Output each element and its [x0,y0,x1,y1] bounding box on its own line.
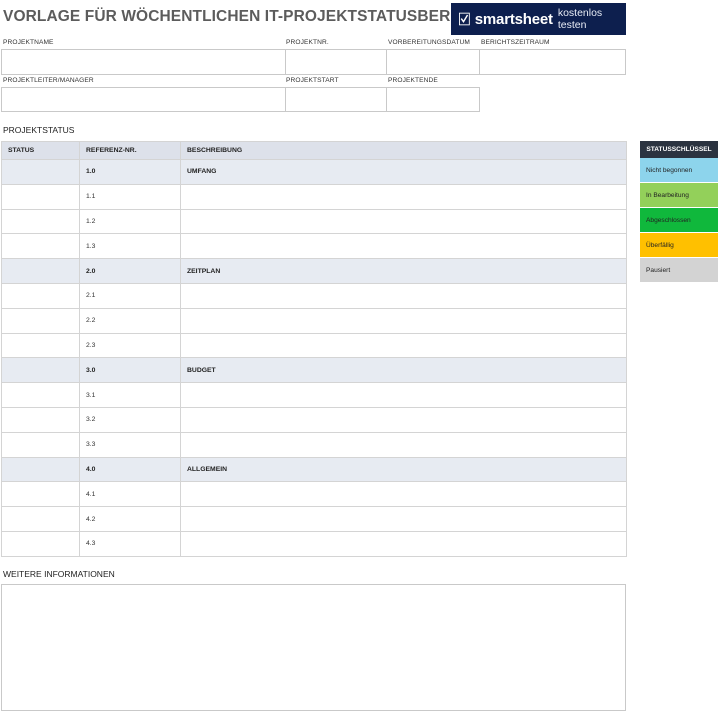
status-key: STATUSSCHLÜSSEL Nicht begonnen In Bearbei… [640,141,718,283]
description-cell[interactable]: BUDGET [180,357,627,384]
description-cell[interactable] [180,307,627,334]
table-row: 4.1 [1,481,627,508]
table-row: 3.3 [1,431,627,458]
description-cell[interactable] [180,382,627,408]
status-key-item: Nicht begonnen [640,158,718,183]
table-section-row: 3.0 BUDGET [1,357,627,384]
reference-cell[interactable]: 1.2 [79,208,181,235]
label-project-name: PROJEKTNAME [3,39,54,46]
table-section-row: 1.0 UMFANG [1,159,627,185]
status-cell[interactable] [1,431,80,458]
table-row: 2.3 [1,332,627,359]
project-start-field[interactable] [285,87,387,112]
status-cell[interactable] [1,233,80,260]
reference-cell[interactable]: 1.3 [79,233,181,260]
description-cell[interactable] [180,506,627,532]
table-row: 2.2 [1,307,627,334]
description-cell[interactable] [180,332,627,359]
reference-cell[interactable]: 3.1 [79,382,181,408]
table-row: 3.1 [1,382,627,408]
status-cell[interactable] [1,208,80,235]
status-cell[interactable] [1,307,80,334]
reference-cell[interactable]: 3.3 [79,431,181,458]
reference-cell[interactable]: 4.0 [79,456,181,483]
reference-cell[interactable]: 4.3 [79,530,181,557]
status-cell[interactable] [1,357,80,384]
description-cell[interactable] [180,208,627,235]
table-row: 3.2 [1,406,627,433]
description-cell[interactable] [180,530,627,557]
project-end-field[interactable] [386,87,480,112]
project-manager-field[interactable] [1,87,286,112]
reference-cell[interactable]: 3.0 [79,357,181,384]
label-project-manager: PROJEKTLEITER/MANAGER [3,77,94,84]
description-cell[interactable] [180,233,627,260]
reference-cell[interactable]: 2.3 [79,332,181,359]
status-cell[interactable] [1,506,80,532]
status-cell[interactable] [1,282,80,309]
table-header-row: STATUS REFERENZ-NR. BESCHREIBUNG [1,141,627,160]
description-cell[interactable]: ALLGEMEIN [180,456,627,483]
table-row: 2.1 [1,282,627,309]
reference-cell[interactable]: 4.2 [79,506,181,532]
status-cell[interactable] [1,406,80,433]
smartsheet-logo-icon [459,12,470,26]
column-header-reference: REFERENZ-NR. [79,141,181,160]
status-cell[interactable] [1,382,80,408]
label-report-period: BERICHTSZEITRAUM [481,39,550,46]
label-project-start: PROJEKTSTART [286,77,339,84]
project-name-field[interactable] [1,49,286,75]
status-key-item: Pausiert [640,258,718,283]
table-row: 1.3 [1,233,627,260]
status-key-item: In Bearbeitung [640,183,718,208]
label-project-number: PROJEKTNR. [286,39,329,46]
description-cell[interactable] [180,406,627,433]
status-key-item: Abgeschlossen [640,208,718,233]
table-row: 4.3 [1,530,627,557]
table-row: 1.2 [1,208,627,235]
status-cell[interactable] [1,183,80,210]
label-preparation-date: VORBEREITUNGSDATUM [388,39,470,46]
status-key-item: Überfällig [640,233,718,258]
column-header-description: BESCHREIBUNG [180,141,627,160]
status-cell[interactable] [1,332,80,359]
smartsheet-trial-banner[interactable]: smartsheet kostenlos testen [451,3,626,35]
description-cell[interactable] [180,282,627,309]
further-info-field[interactable] [1,584,626,711]
table-row: 1.1 [1,183,627,210]
label-project-end: PROJEKTENDE [388,77,438,84]
report-period-field[interactable] [479,49,626,75]
reference-cell[interactable]: 1.1 [79,183,181,210]
reference-cell[interactable]: 1.0 [79,159,181,185]
status-cell[interactable] [1,258,80,284]
table-section-row: 2.0 ZEITPLAN [1,258,627,284]
description-cell[interactable]: UMFANG [180,159,627,185]
project-status-table: STATUS REFERENZ-NR. BESCHREIBUNG 1.0 UMFA… [1,141,627,557]
description-cell[interactable] [180,431,627,458]
page-title: VORLAGE FÜR WÖCHENTLICHEN IT-PROJEKTSTAT… [3,8,487,25]
status-cell[interactable] [1,456,80,483]
project-number-field[interactable] [285,49,387,75]
description-cell[interactable]: ZEITPLAN [180,258,627,284]
trial-link[interactable]: kostenlos testen [558,7,626,31]
description-cell[interactable] [180,183,627,210]
reference-cell[interactable]: 3.2 [79,406,181,433]
reference-cell[interactable]: 4.1 [79,481,181,508]
status-cell[interactable] [1,159,80,185]
status-cell[interactable] [1,481,80,508]
column-header-status: STATUS [1,141,80,160]
preparation-date-field[interactable] [386,49,480,75]
reference-cell[interactable]: 2.1 [79,282,181,309]
reference-cell[interactable]: 2.0 [79,258,181,284]
further-info-heading: WEITERE INFORMATIONEN [3,569,115,579]
project-status-heading: PROJEKTSTATUS [3,125,75,135]
table-section-row: 4.0 ALLGEMEIN [1,456,627,483]
status-key-title: STATUSSCHLÜSSEL [640,141,718,158]
description-cell[interactable] [180,481,627,508]
table-row: 4.2 [1,506,627,532]
reference-cell[interactable]: 2.2 [79,307,181,334]
status-cell[interactable] [1,530,80,557]
brand-name: smartsheet [474,10,553,28]
